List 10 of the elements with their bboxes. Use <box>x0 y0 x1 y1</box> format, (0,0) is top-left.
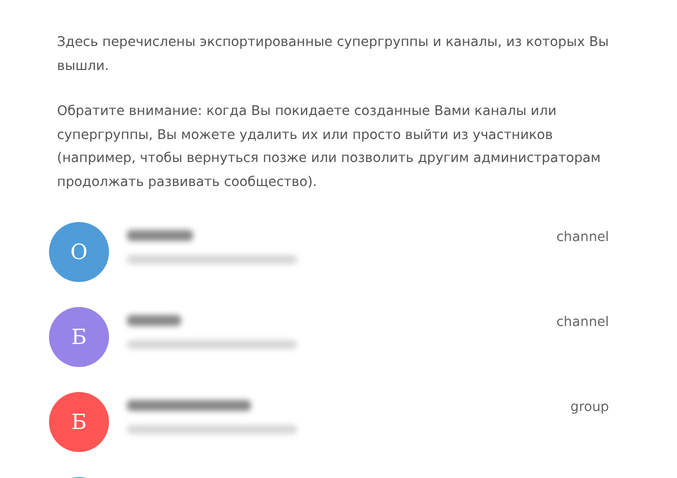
blurred-name-drawing <box>127 315 181 326</box>
avatar: Б <box>49 392 109 452</box>
intro-paragraph: Обратите внимание: когда Вы покидаете созданные Вами каналы или супергруппы, Вы можете удалить их или просто выйти из участников (например, чтобы вернуться позже или позволить другим администраторам продолжать развивать сообщество). <box>57 103 602 192</box>
chat-type: group <box>570 399 609 415</box>
chat-type: channel <box>556 314 609 330</box>
avatar: О <box>49 222 109 282</box>
intro-paragraph: Здесь перечислены экспортированные супергруппы и каналы, из которых Вы вышли. <box>57 34 610 76</box>
chat-type: channel <box>556 229 609 245</box>
blurred-name-drawing <box>127 230 193 241</box>
avatar: Б <box>49 307 109 367</box>
